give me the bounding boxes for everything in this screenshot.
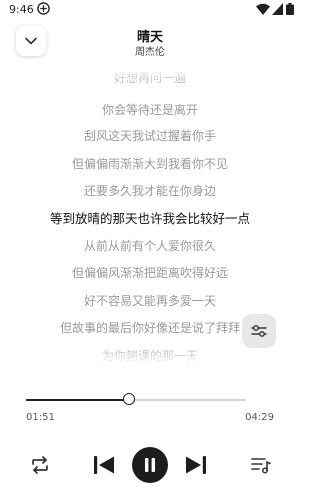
lyric-line[interactable]: 从前从前有个人爱你很久 [0,236,300,256]
lyric-line-active[interactable]: 等到放晴的那天也许我会比较好一点 [0,209,300,229]
lyric-line[interactable]: 还要多久我才能在你身边 [0,181,300,201]
progress-thumb[interactable] [123,393,136,405]
notification-icon [37,2,50,15]
repeat-icon [32,456,48,474]
progress-bar[interactable] [26,393,246,405]
signal-icon [272,3,283,15]
progress-fill [26,399,130,401]
playlist-button[interactable] [250,454,272,476]
repeat-button[interactable] [28,454,52,476]
skip-next-icon [186,456,206,474]
skip-previous-icon [94,456,114,474]
wifi-icon [256,3,270,15]
lyric-line[interactable]: 好想再问一遍 [0,68,300,88]
lyric-line[interactable]: 好不容易又能再多爱一天 [0,291,300,311]
status-bar: 9:46 [0,0,300,20]
lyric-line[interactable]: 但偏偏风渐渐把距离吹得好远 [0,263,300,283]
song-artist[interactable]: 周杰伦 [0,43,300,58]
lyric-line[interactable]: 但偏偏雨渐渐大到我看你不见 [0,154,300,174]
lyric-line[interactable]: 刮风这天我试过握着你手 [0,126,300,146]
elapsed-time: 01:51 [26,412,55,423]
playlist-icon [251,458,271,474]
status-time: 9:46 [9,3,34,16]
pause-button[interactable] [132,447,168,483]
lyric-line[interactable]: 为你翘课的那一天 [0,346,300,366]
equalizer-button[interactable] [242,314,276,348]
next-button[interactable] [184,453,208,477]
sliders-icon [251,325,267,337]
pause-icon [145,458,155,472]
total-time: 04:29 [245,412,274,423]
battery-icon [286,3,294,15]
lyric-line[interactable]: 你会等待还是离开 [0,100,300,120]
previous-button[interactable] [92,453,116,477]
